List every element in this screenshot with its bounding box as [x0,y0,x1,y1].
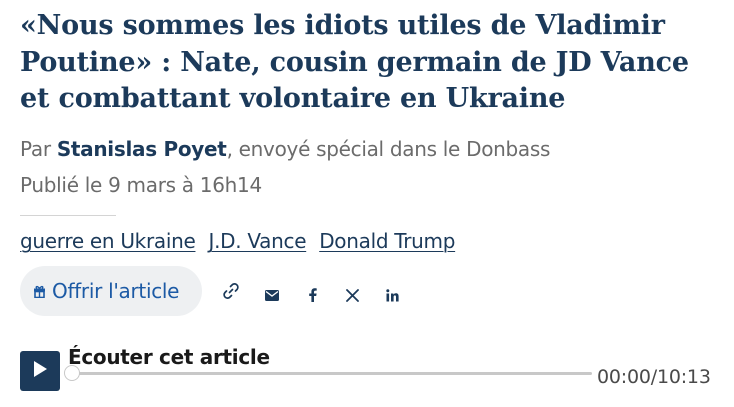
play-icon [32,360,48,382]
offer-article-button[interactable]: Offrir l'article [20,266,202,316]
author-link[interactable]: Stanislas Poyet [57,137,227,161]
divider [20,215,116,216]
byline-prefix: Par [20,137,51,161]
link-icon[interactable] [219,279,243,303]
tag-guerre-en-ukraine[interactable]: guerre en Ukraine [20,228,196,254]
gift-icon [33,284,46,298]
mail-icon[interactable] [260,283,284,307]
linkedin-icon[interactable] [380,283,404,307]
facebook-icon[interactable] [300,283,324,307]
offer-article-label: Offrir l'article [52,279,180,303]
tag-donald-trump[interactable]: Donald Trump [319,228,455,254]
byline: Par Stanislas Poyet, envoyé spécial dans… [20,136,550,162]
tag-list: guerre en Ukraine J.D. Vance Donald Trum… [20,228,455,254]
tag-jd-vance[interactable]: J.D. Vance [208,228,306,254]
listen-title: Écouter cet article [68,345,270,365]
audio-progress-thumb[interactable] [64,365,80,381]
share-toolbar: Offrir l'article [20,266,420,316]
x-icon[interactable] [340,283,364,307]
play-button[interactable] [20,351,60,391]
audio-time: 00:00/10:13 [597,366,711,388]
audio-progress-track[interactable] [70,372,592,375]
article-headline: «Nous sommes les idiots utiles de Vladim… [20,10,689,114]
publish-date: Publié le 9 mars à 16h14 [20,173,262,197]
byline-suffix: , envoyé spécial dans le Donbass [226,137,551,161]
